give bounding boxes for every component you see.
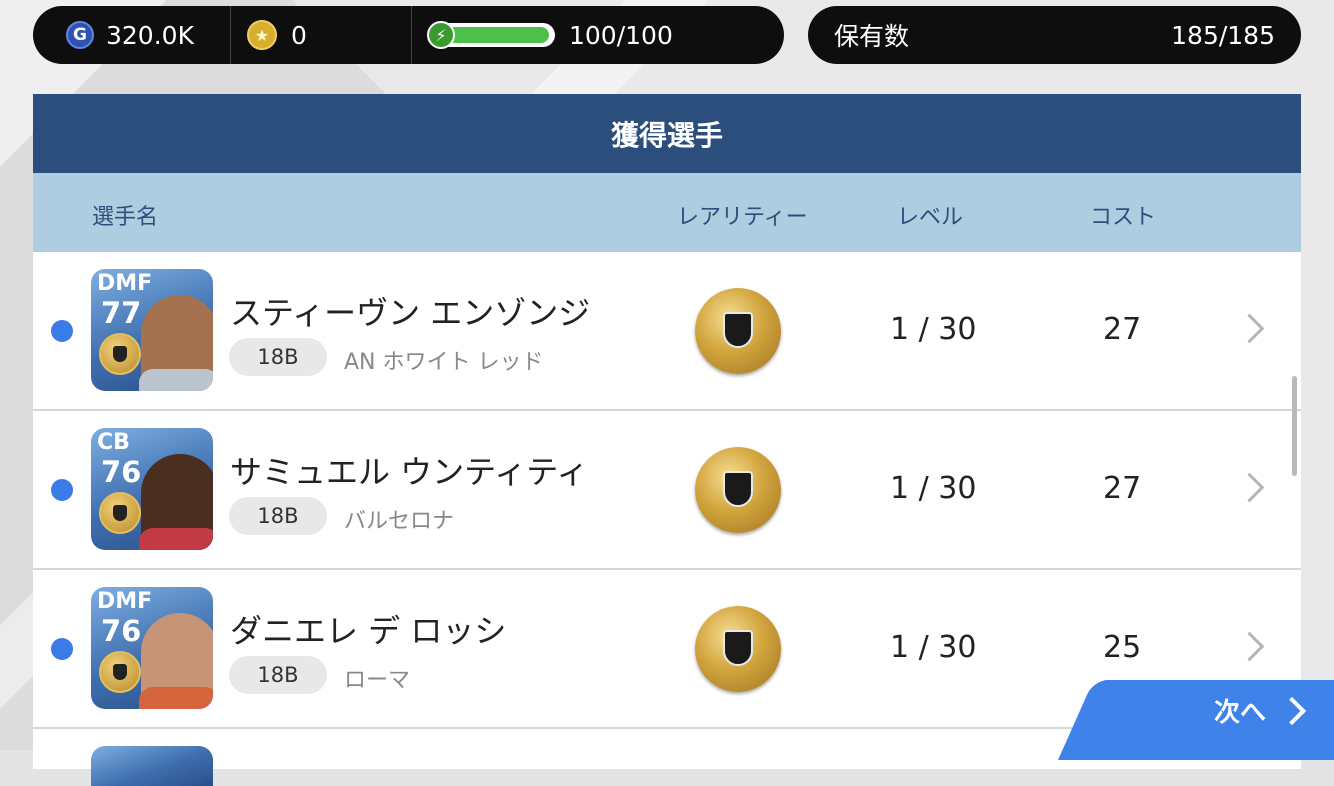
card-rating: 76 — [101, 614, 142, 648]
bolt-icon: ⚡ — [427, 21, 455, 49]
player-name: サミュエル ウンティティ — [230, 453, 589, 491]
card-position: CB — [97, 430, 130, 455]
version-tag: 18B — [229, 338, 327, 376]
owned-value: 185/185 — [1171, 20, 1275, 50]
player-name: ダニエレ デ ロッシ — [230, 612, 507, 650]
gp-icon: G — [66, 21, 94, 49]
new-indicator-dot — [51, 638, 73, 660]
energy-bar: ⚡ — [427, 21, 555, 49]
gp-value: 320.0K — [106, 20, 194, 50]
player-row[interactable]: CB 76 サミュエル ウンティティ 18B バルセロナ 1 / 30 27 — [33, 411, 1301, 570]
chevron-right-icon[interactable] — [1234, 631, 1265, 662]
player-level: 1 / 30 — [890, 312, 977, 347]
player-team: ローマ — [344, 668, 411, 693]
owned-count-bar: 保有数 185/185 — [808, 6, 1301, 64]
player-level: 1 / 30 — [890, 471, 977, 506]
gold-ball-icon — [695, 288, 781, 374]
panel-title: 獲得選手 — [33, 94, 1301, 173]
player-level: 1 / 30 — [890, 630, 977, 665]
player-shirt — [139, 369, 213, 391]
player-cost: 27 — [1103, 312, 1142, 347]
gp-display: G 320.0K — [33, 6, 231, 64]
coin-icon: ★ — [247, 20, 277, 50]
coin-value: 0 — [291, 20, 307, 50]
player-card-image: DMF 76 — [91, 587, 213, 709]
player-card-image — [91, 746, 213, 786]
energy-display: ⚡ 100/100 — [412, 6, 673, 64]
column-header: 選手名 レアリティー レベル コスト — [33, 173, 1301, 252]
scrollbar[interactable] — [1292, 376, 1297, 476]
player-name: スティーヴン エンゾンジ — [230, 294, 591, 332]
player-cost: 25 — [1103, 630, 1142, 665]
gold-ball-icon — [695, 447, 781, 533]
version-tag: 18B — [229, 497, 327, 535]
column-name: 選手名 — [92, 205, 159, 230]
card-rarity-icon — [99, 333, 141, 375]
chevron-right-icon — [1277, 696, 1307, 725]
player-shirt — [139, 687, 213, 709]
player-cost: 27 — [1103, 471, 1142, 506]
player-card-image: CB 76 — [91, 428, 213, 550]
player-row[interactable]: DMF 77 スティーヴン エンゾンジ 18B AN ホワイト レッド 1 / … — [33, 252, 1301, 411]
player-team: バルセロナ — [344, 509, 455, 534]
version-tag: 18B — [229, 656, 327, 694]
next-button-content[interactable]: 次へ — [1214, 692, 1307, 729]
energy-fill — [443, 27, 549, 43]
gold-ball-icon — [695, 606, 781, 692]
owned-label: 保有数 — [834, 22, 910, 51]
column-level: レベル — [897, 205, 964, 230]
card-rating: 76 — [101, 455, 142, 489]
card-rarity-icon — [99, 492, 141, 534]
resource-bar: G 320.0K ★ 0 ⚡ 100/100 — [33, 6, 784, 64]
player-card-image: DMF 77 — [91, 269, 213, 391]
chevron-right-icon[interactable] — [1234, 313, 1265, 344]
new-indicator-dot — [51, 479, 73, 501]
card-rarity-icon — [99, 651, 141, 693]
next-button-label: 次へ — [1214, 698, 1267, 728]
chevron-right-icon[interactable] — [1234, 472, 1265, 503]
column-rarity: レアリティー — [677, 205, 808, 230]
player-shirt — [139, 528, 213, 550]
card-position: DMF — [97, 589, 153, 614]
card-rating: 77 — [101, 296, 142, 330]
energy-value: 100/100 — [569, 20, 673, 50]
coin-display: ★ 0 — [231, 6, 412, 64]
card-position: DMF — [97, 271, 153, 296]
new-indicator-dot — [51, 320, 73, 342]
player-team: AN ホワイト レッド — [344, 350, 544, 375]
column-cost: コスト — [1090, 205, 1157, 230]
